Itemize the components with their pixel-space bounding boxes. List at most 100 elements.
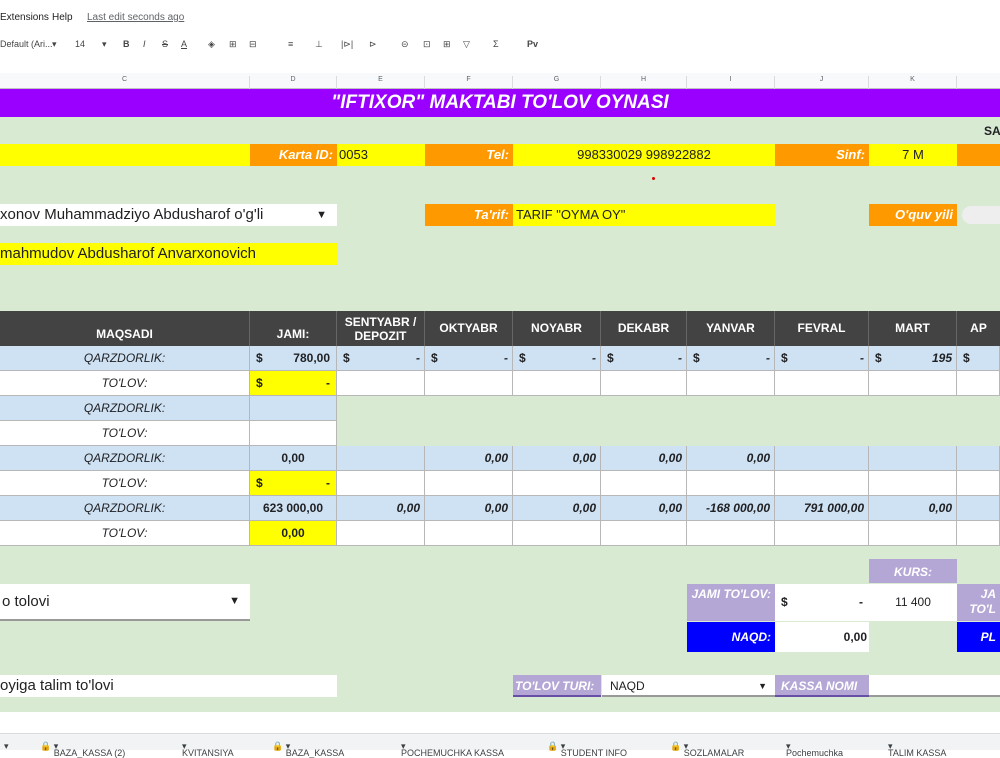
sheet-tab-2[interactable]: 🔒 BAZA_KASSA ▾ (272, 741, 344, 758)
tarif-value[interactable]: TARIF "OYMA OY" (513, 204, 775, 226)
month-cell[interactable]: 791 000,00 (775, 496, 869, 521)
jami-cell[interactable]: 0,00 (250, 521, 337, 546)
month-cell[interactable]: $ - (513, 346, 601, 371)
jami-cell[interactable] (250, 396, 337, 421)
month-cell[interactable] (601, 396, 687, 421)
merge-cells-icon[interactable]: ⊟ (249, 39, 257, 50)
month-cell[interactable] (775, 471, 869, 496)
link-icon[interactable]: ⊝ (401, 39, 409, 50)
month-cell[interactable] (957, 496, 1000, 521)
month-cell[interactable] (425, 371, 513, 396)
month-cell[interactable]: 0,00 (687, 446, 775, 471)
purpose-field[interactable]: oyiga talim to'lovi (0, 675, 337, 697)
month-cell[interactable] (869, 521, 957, 546)
menu-help[interactable]: Help (52, 12, 73, 23)
month-cell[interactable] (337, 471, 425, 496)
month-cell[interactable] (775, 521, 869, 546)
chevron-down-icon[interactable]: ▼ (229, 584, 240, 619)
tolov-turi-select[interactable]: NAQD ▼ (602, 675, 775, 697)
month-cell[interactable] (425, 521, 513, 546)
month-cell[interactable] (869, 446, 957, 471)
rotate-icon[interactable]: ⊳ (369, 39, 377, 50)
month-cell[interactable]: $ - (775, 346, 869, 371)
month-cell[interactable] (601, 371, 687, 396)
month-cell[interactable] (687, 421, 775, 446)
menu-extensions[interactable]: Extensions (0, 12, 49, 23)
month-cell[interactable] (687, 521, 775, 546)
month-cell[interactable] (957, 421, 1000, 446)
valign-icon[interactable]: ⊥ (315, 39, 323, 50)
month-cell[interactable] (957, 446, 1000, 471)
karta-value[interactable]: 0053 (337, 144, 425, 166)
sheet-tab-1[interactable]: KVITANSIYA ▾ (182, 741, 234, 758)
oquv-select[interactable] (962, 206, 1000, 224)
month-cell[interactable]: $195 (869, 346, 957, 371)
month-cell[interactable]: $ - (425, 346, 513, 371)
month-cell[interactable] (513, 396, 601, 421)
month-cell[interactable] (957, 471, 1000, 496)
italic-button[interactable]: I (143, 39, 146, 49)
month-cell[interactable] (601, 471, 687, 496)
sheet-grid[interactable]: "IFTIXOR" MAKTABI TO'LOV OYNASI SA Karta… (0, 89, 1000, 712)
month-cell[interactable] (425, 396, 513, 421)
sheet-tab-5[interactable]: 🔒 SOZLAMALAR ▾ (670, 741, 744, 758)
month-cell[interactable] (337, 521, 425, 546)
month-cell[interactable]: 0,00 (513, 446, 601, 471)
month-cell[interactable] (687, 371, 775, 396)
month-cell[interactable]: 0,00 (601, 496, 687, 521)
jami-cell[interactable]: 623 000,00 (250, 496, 337, 521)
month-cell[interactable] (687, 471, 775, 496)
month-cell[interactable]: 0,00 (337, 496, 425, 521)
font-size-select[interactable]: 14 (75, 39, 85, 49)
jami-cell[interactable]: $ - (250, 471, 337, 496)
font-select[interactable]: Default (Ari... (0, 39, 53, 49)
sheet-tab-6[interactable]: Pochemuchka ▾ (786, 741, 843, 758)
month-cell[interactable] (775, 421, 869, 446)
fill-color-icon[interactable]: ◈ (208, 39, 215, 50)
month-cell[interactable]: 0,00 (513, 496, 601, 521)
sheet-tab-4[interactable]: 🔒 STUDENT INFO ▾ (547, 741, 627, 758)
month-cell[interactable] (337, 371, 425, 396)
month-cell[interactable] (513, 521, 601, 546)
jami-cell[interactable]: $ - (250, 371, 337, 396)
month-cell[interactable] (425, 471, 513, 496)
strikethrough-button[interactable]: S (162, 39, 168, 49)
month-cell[interactable] (957, 396, 1000, 421)
month-cell[interactable] (869, 471, 957, 496)
sheet-tab-0[interactable]: 🔒 BAZA_KASSA (2) ▾ (40, 741, 125, 758)
borders-icon[interactable]: ⊞ (229, 39, 237, 50)
sheet-tab-7[interactable]: TALIM KASSA ▾ (888, 741, 946, 758)
month-cell[interactable] (869, 396, 957, 421)
kurs-value[interactable]: 11 400 (869, 584, 957, 621)
tel-value[interactable]: 998330029 998922882 (513, 144, 775, 166)
month-cell[interactable] (869, 421, 957, 446)
bold-button[interactable]: B (123, 39, 130, 49)
month-cell[interactable]: 0,00 (425, 446, 513, 471)
functions-button[interactable]: Σ (493, 39, 499, 49)
month-cell[interactable] (513, 371, 601, 396)
sheet-tab-active[interactable]: ▾ (4, 741, 9, 752)
payment-type-select[interactable]: o tolovi ▼ (0, 584, 250, 621)
month-cell[interactable]: 0,00 (869, 496, 957, 521)
py-button[interactable]: Pv (527, 39, 538, 49)
month-cell[interactable] (687, 396, 775, 421)
month-cell[interactable]: 0,00 (601, 446, 687, 471)
chevron-down-icon[interactable]: ▾ (52, 39, 57, 50)
month-cell[interactable] (869, 371, 957, 396)
month-cell[interactable] (337, 396, 425, 421)
kassa-select[interactable] (869, 675, 1000, 697)
text-color-button[interactable]: A (181, 39, 187, 49)
jami-cell[interactable]: 0,00 (250, 446, 337, 471)
month-cell[interactable] (513, 421, 601, 446)
last-edit-link[interactable]: Last edit seconds ago (87, 12, 184, 23)
month-cell[interactable] (601, 421, 687, 446)
parent-name[interactable]: mahmudov Abdusharof Anvarxonovich (0, 243, 337, 265)
comment-icon[interactable]: ⊡ (423, 39, 431, 50)
month-cell[interactable]: $ - (337, 346, 425, 371)
chevron-down-icon[interactable]: ▾ (102, 39, 107, 50)
month-cell[interactable] (775, 446, 869, 471)
month-cell[interactable] (337, 446, 425, 471)
month-cell[interactable] (957, 371, 1000, 396)
month-cell[interactable]: 0,00 (425, 496, 513, 521)
student-select[interactable]: xonov Muhammadziyo Abdusharof o'g'li ▼ (0, 204, 337, 226)
